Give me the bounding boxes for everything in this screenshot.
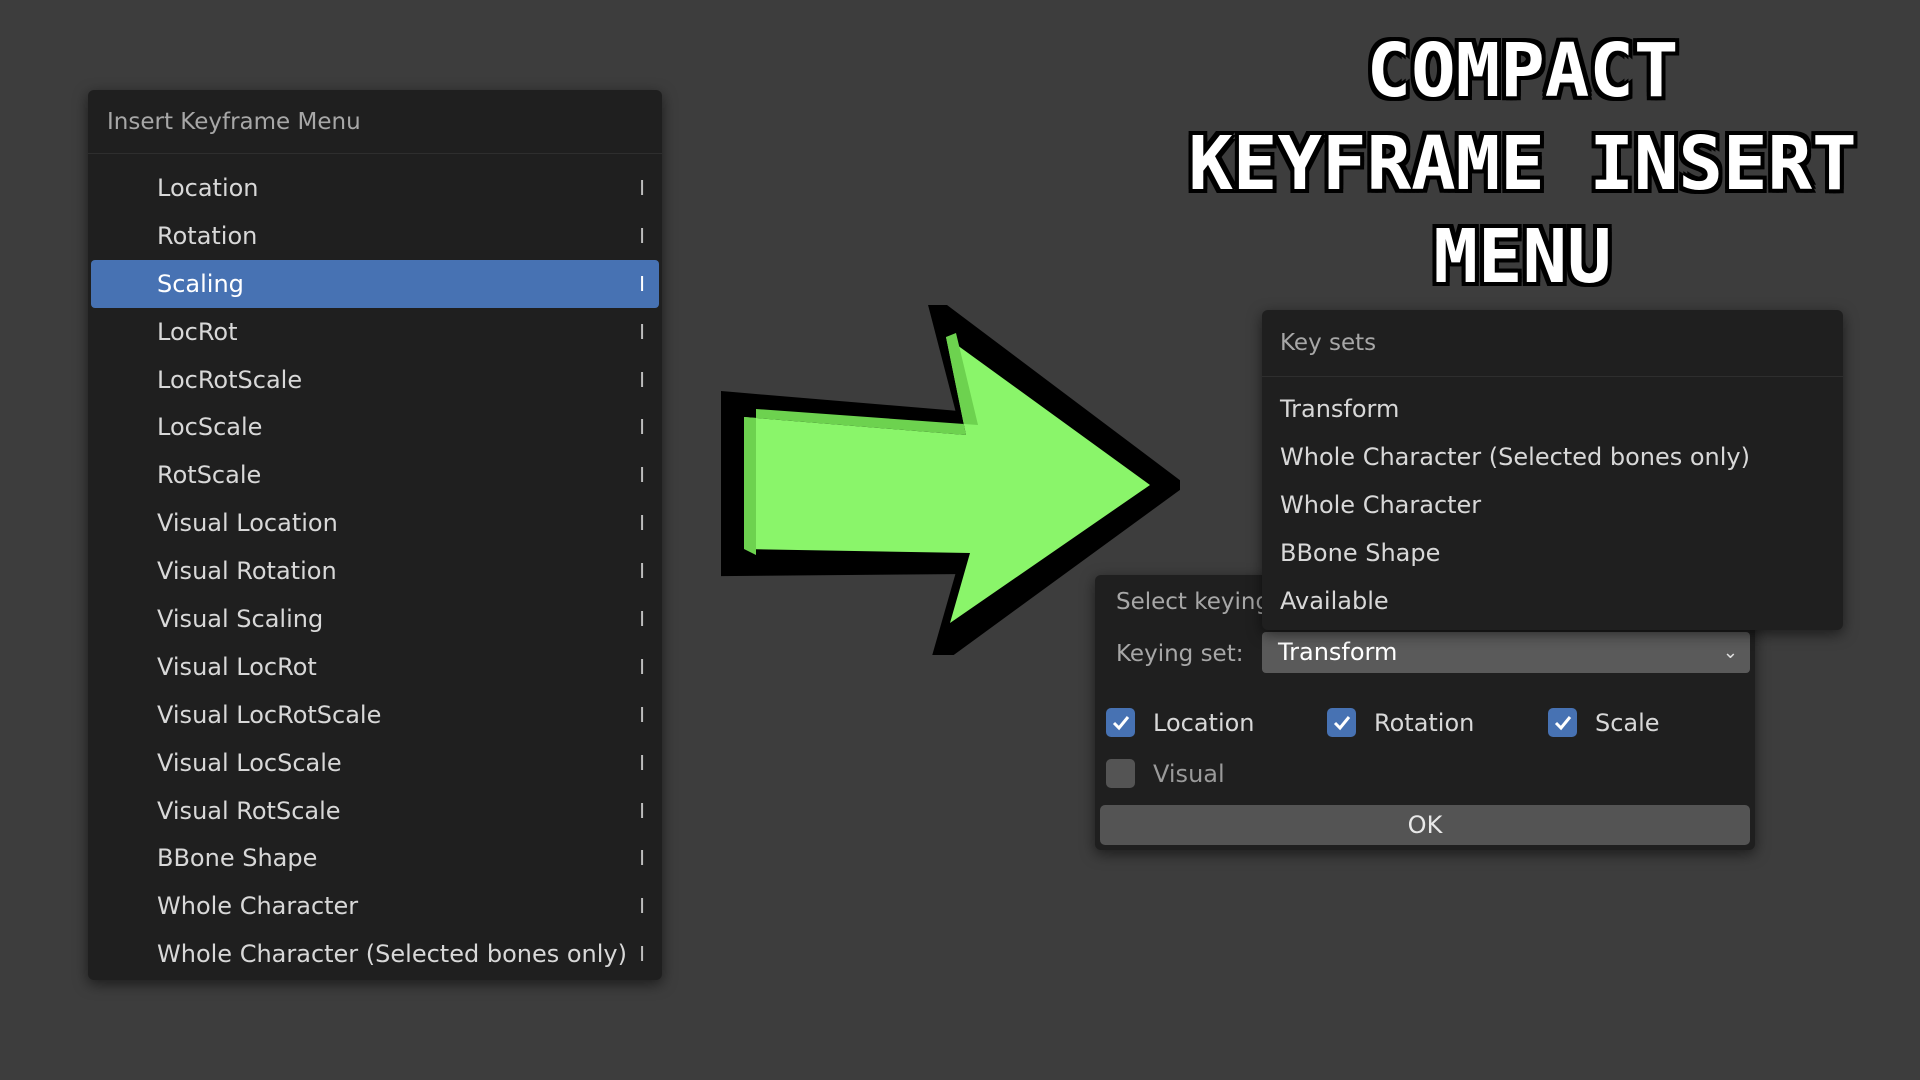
menu-item-label: Whole Character (Selected bones only) <box>157 940 627 969</box>
dialog-title: Select keying <box>1116 589 1271 615</box>
ok-button[interactable]: OK <box>1100 805 1750 845</box>
menu-item-whole-character[interactable]: Whole Character I <box>91 882 659 930</box>
insert-keyframe-menu: Insert Keyframe Menu Location I Rotation… <box>88 90 662 980</box>
check-icon <box>1554 715 1571 730</box>
key-set-bbone-shape[interactable]: BBone Shape <box>1262 529 1843 577</box>
rotation-checkbox[interactable]: Rotation <box>1327 708 1474 737</box>
checkbox-label: Location <box>1153 708 1255 737</box>
shortcut-hint: I <box>639 463 645 488</box>
keyframe-menu-list: Location I Rotation I Scaling I LocRot I… <box>88 154 662 978</box>
shortcut-hint: I <box>639 367 645 392</box>
checkbox-checked <box>1106 708 1135 737</box>
headline-line-1: COMPACT <box>1366 28 1679 114</box>
keying-set-value: Transform <box>1278 638 1398 666</box>
menu-item-location[interactable]: Location I <box>91 164 659 212</box>
shortcut-hint: I <box>639 798 645 823</box>
menu-item-visual-locscale[interactable]: Visual LocScale I <box>91 739 659 787</box>
menu-item-label: Visual LocRot <box>157 652 317 681</box>
checkbox-label: Scale <box>1595 708 1660 737</box>
shortcut-hint: I <box>639 559 645 584</box>
checkbox-checked <box>1327 708 1356 737</box>
canvas: Insert Keyframe Menu Location I Rotation… <box>0 0 1920 1080</box>
menu-title: Insert Keyframe Menu <box>88 90 662 154</box>
menu-item-bbone-shape[interactable]: BBone Shape I <box>91 834 659 882</box>
headline-line-2: KEYFRAME INSERT <box>1188 121 1857 207</box>
shortcut-hint: I <box>639 223 645 248</box>
checkbox-unchecked <box>1106 759 1135 788</box>
check-icon <box>1333 715 1350 730</box>
shortcut-hint: I <box>639 415 645 440</box>
shortcut-hint: I <box>639 175 645 200</box>
menu-item-visual-locrot[interactable]: Visual LocRot I <box>91 643 659 691</box>
menu-item-label: Visual Location <box>157 509 338 538</box>
menu-item-label: Scaling <box>157 269 244 298</box>
menu-item-label: LocRot <box>157 317 238 346</box>
visual-checkbox[interactable]: Visual <box>1106 759 1225 788</box>
key-set-whole-character-selected[interactable]: Whole Character (Selected bones only) <box>1262 433 1843 481</box>
menu-item-rotscale[interactable]: RotScale I <box>91 451 659 499</box>
menu-item-label: Rotation <box>157 221 258 250</box>
menu-item-locscale[interactable]: LocScale I <box>91 403 659 451</box>
checkbox-label: Visual <box>1153 759 1225 788</box>
menu-item-label: RotScale <box>157 461 262 490</box>
menu-item-label: Visual RotScale <box>157 796 341 825</box>
menu-item-scaling[interactable]: Scaling I <box>91 259 659 308</box>
headline: COMPACT KEYFRAME INSERT MENU <box>1150 25 1895 304</box>
menu-item-visual-location[interactable]: Visual Location I <box>91 499 659 547</box>
shortcut-hint: I <box>639 319 645 344</box>
shortcut-hint: I <box>639 606 645 631</box>
keying-set-select[interactable]: Transform ⌄ <box>1262 632 1750 673</box>
key-sets-list: Transform Whole Character (Selected bone… <box>1262 377 1843 625</box>
menu-item-visual-scaling[interactable]: Visual Scaling I <box>91 595 659 643</box>
key-set-available[interactable]: Available <box>1262 577 1843 625</box>
menu-item-rotation[interactable]: Rotation I <box>91 212 659 260</box>
menu-item-label: Location <box>157 173 259 202</box>
shortcut-hint: I <box>639 750 645 775</box>
headline-line-3: MENU <box>1433 214 1612 300</box>
menu-item-visual-rotscale[interactable]: Visual RotScale I <box>91 787 659 835</box>
shortcut-hint: I <box>639 942 645 967</box>
menu-item-label: Visual LocScale <box>157 748 342 777</box>
shortcut-hint: I <box>639 894 645 919</box>
menu-item-visual-locrotscale[interactable]: Visual LocRotScale I <box>91 691 659 739</box>
menu-item-visual-rotation[interactable]: Visual Rotation I <box>91 547 659 595</box>
chevron-down-icon: ⌄ <box>1722 642 1738 663</box>
checkbox-checked <box>1548 708 1577 737</box>
scale-checkbox[interactable]: Scale <box>1548 708 1660 737</box>
shortcut-hint: I <box>639 846 645 871</box>
key-set-whole-character[interactable]: Whole Character <box>1262 481 1843 529</box>
menu-item-label: LocScale <box>157 413 263 442</box>
check-icon <box>1112 715 1129 730</box>
key-sets-dropdown: Key sets Transform Whole Character (Sele… <box>1262 310 1843 630</box>
menu-item-label: Whole Character <box>157 892 359 921</box>
shortcut-hint: I <box>639 271 645 296</box>
location-checkbox[interactable]: Location <box>1106 708 1255 737</box>
keying-set-label: Keying set: <box>1116 641 1244 667</box>
menu-item-locrot[interactable]: LocRot I <box>91 308 659 356</box>
shortcut-hint: I <box>639 654 645 679</box>
shortcut-hint: I <box>639 511 645 536</box>
menu-item-locrotscale[interactable]: LocRotScale I <box>91 356 659 404</box>
menu-item-whole-character-selected[interactable]: Whole Character (Selected bones only) I <box>91 930 659 978</box>
shortcut-hint: I <box>639 702 645 727</box>
key-set-transform[interactable]: Transform <box>1262 385 1843 433</box>
menu-item-label: BBone Shape <box>157 844 318 873</box>
checkbox-label: Rotation <box>1374 708 1475 737</box>
menu-item-label: Visual Scaling <box>157 604 324 633</box>
key-sets-title: Key sets <box>1262 310 1843 377</box>
menu-item-label: Visual Rotation <box>157 557 337 586</box>
menu-item-label: LocRotScale <box>157 365 303 394</box>
menu-item-label: Visual LocRotScale <box>157 700 382 729</box>
